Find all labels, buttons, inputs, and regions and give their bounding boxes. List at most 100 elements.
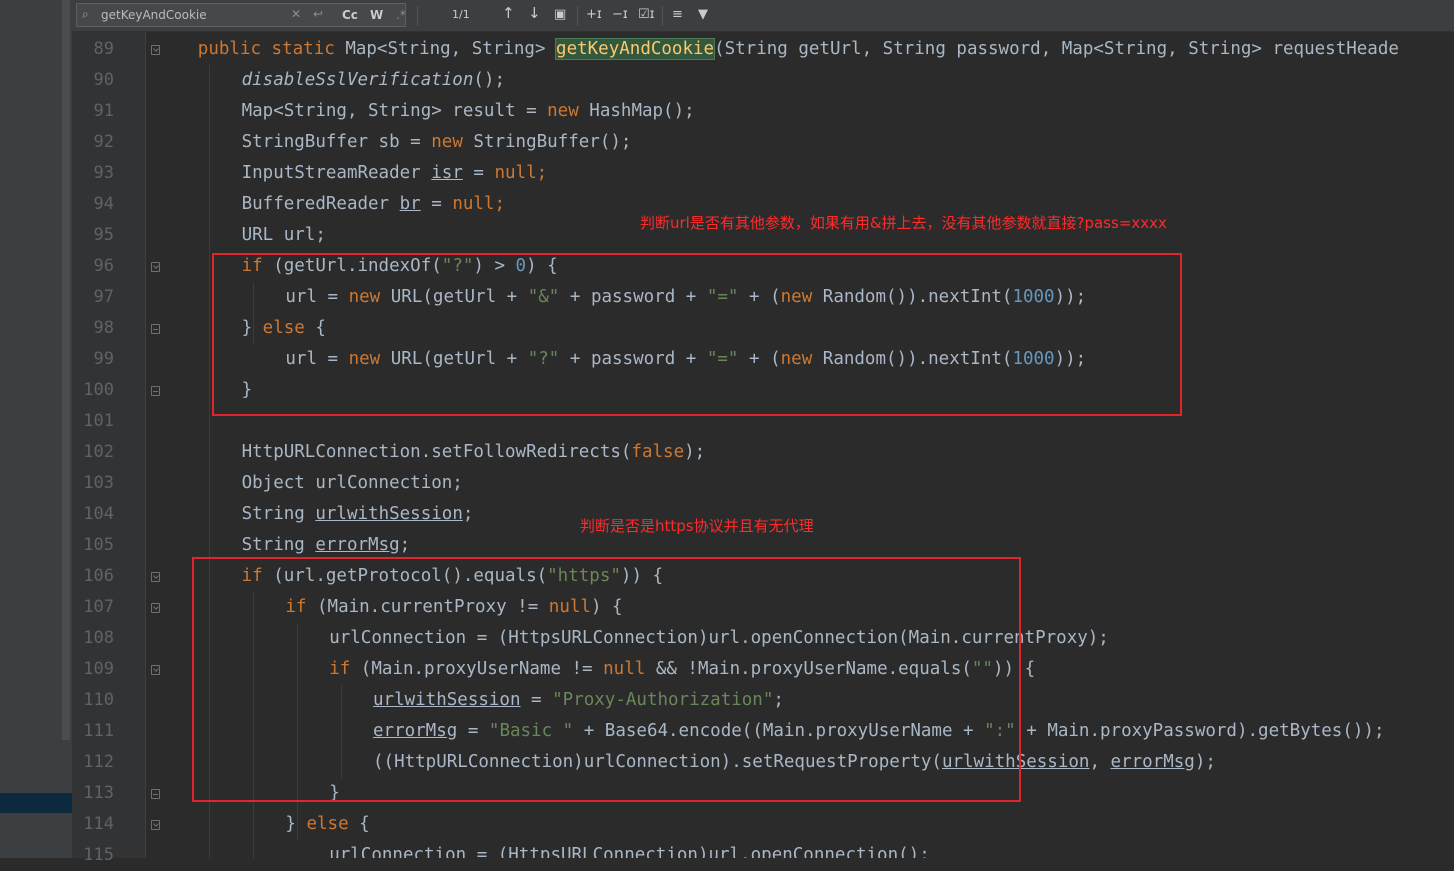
annotation-box-https-proxy (192, 557, 1021, 802)
line-number: 94 (93, 194, 114, 214)
separator (662, 6, 663, 26)
line-number: 90 (93, 70, 114, 90)
code-token: String (241, 535, 316, 555)
line-number: 111 (83, 721, 114, 741)
find-bar: ⌕ getKeyAndCookie ✕ ↩ Cc W .* 1/1 ↑ ↓ ▣ … (72, 0, 1454, 32)
code-token: = (462, 163, 495, 183)
line-number: 98 (93, 318, 114, 338)
code-token: StringBuffer(); (473, 132, 632, 152)
line-number: 91 (93, 101, 114, 121)
code-line[interactable]: HttpURLConnection.setFollowRedirects(fal… (242, 437, 706, 468)
line-number: 93 (93, 163, 114, 183)
whole-words-button[interactable]: W (370, 6, 383, 24)
code-line[interactable]: urlConnection = (HttpsURLConnection)url.… (329, 840, 930, 858)
select-all-occurrences-icon[interactable]: ▣ (554, 6, 566, 24)
filter-options-icon[interactable]: ≡ (672, 6, 683, 24)
code-token: , (1089, 752, 1111, 772)
match-case-button[interactable]: Cc (342, 6, 358, 24)
history-icon[interactable]: ↩ (313, 5, 323, 23)
code-token: BufferedReader (241, 194, 400, 214)
code-line[interactable]: BufferedReader br = null; (242, 189, 505, 220)
line-number: 101 (83, 411, 114, 431)
code-line[interactable]: URL url; (242, 220, 326, 251)
code-line[interactable]: InputStreamReader isr = null; (242, 158, 548, 189)
line-number: 95 (93, 225, 114, 245)
filter-icon[interactable]: ▼ (698, 6, 708, 24)
code-token: ); (684, 442, 706, 462)
line-number: 96 (93, 256, 114, 276)
add-occurrence-icon[interactable]: +ɪ (586, 6, 602, 24)
code-token: null; (494, 163, 548, 183)
code-token: (String getUrl, String password, Map<Str… (714, 39, 1399, 59)
code-line[interactable]: String urlwithSession; (242, 499, 474, 530)
code-token: InputStreamReader (241, 163, 432, 183)
line-number: 115 (83, 845, 114, 865)
code-token: + Main.proxyPassword).getBytes()); (1015, 721, 1385, 741)
code-token: errorMsg (315, 535, 400, 555)
code-line[interactable]: Map<String, String> result = new HashMap… (242, 96, 695, 127)
separator (417, 6, 418, 26)
annotation-https-proxy: 判断是否是https协议并且有无代理 (580, 517, 814, 535)
code-token: urlConnection = (HttpsURLConnection)url.… (329, 845, 930, 858)
code-token: ); (1194, 752, 1216, 772)
code-token: } (285, 814, 307, 834)
line-number: 108 (83, 628, 114, 648)
code-token: null; (452, 194, 506, 214)
line-number: 114 (83, 814, 114, 834)
line-number: 103 (83, 473, 114, 493)
line-number: 105 (83, 535, 114, 555)
code-token: urlwithSession (315, 504, 463, 524)
annotation-url-params: 判断url是否有其他参数，如果有用&拼上去，没有其他参数就直接?pass=xxx… (640, 214, 1167, 232)
project-panel-edge (0, 0, 72, 858)
code-token: errorMsg (1110, 752, 1195, 772)
code-token: String (241, 504, 316, 524)
select-occurrences-icon[interactable]: ☑ɪ (638, 6, 655, 24)
remove-occurrence-icon[interactable]: −ɪ (612, 6, 628, 24)
code-token: Map<String, String> (345, 39, 557, 59)
code-token: ; (462, 504, 474, 524)
code-token: new (547, 101, 590, 121)
code-line[interactable]: disableSslVerification(); (242, 65, 505, 96)
code-token: (); (473, 70, 505, 90)
selected-tree-item[interactable] (0, 793, 72, 813)
code-token: URL url; (241, 225, 326, 245)
line-number: 107 (83, 597, 114, 617)
code-token: disableSslVerification (241, 70, 474, 90)
code-token: public static (197, 39, 346, 59)
code-token: else (306, 814, 360, 834)
annotation-box-url-params (212, 253, 1182, 416)
search-match-highlight: getKeyAndCookie (555, 38, 716, 60)
line-number: 109 (83, 659, 114, 679)
separator (577, 6, 578, 26)
regex-button[interactable]: .* (396, 6, 406, 24)
line-number: 106 (83, 566, 114, 586)
line-number: 112 (83, 752, 114, 772)
code-token: StringBuffer sb = (241, 132, 432, 152)
line-number: 104 (83, 504, 114, 524)
next-occurrence-icon[interactable]: ↓ (528, 4, 541, 22)
code-token: ; (399, 535, 411, 555)
line-number: 92 (93, 132, 114, 152)
code-token: isr (431, 163, 463, 183)
code-token: HttpURLConnection.setFollowRedirects( (241, 442, 632, 462)
code-token: new (431, 132, 474, 152)
code-line[interactable]: public static Map<String, String> getKey… (198, 34, 1399, 65)
previous-occurrence-icon[interactable]: ↑ (502, 4, 515, 22)
line-number: 110 (83, 690, 114, 710)
line-number: 113 (83, 783, 114, 803)
code-line[interactable]: } else { (285, 809, 369, 840)
code-token: = (420, 194, 453, 214)
line-number: 89 (93, 39, 114, 59)
line-number: 102 (83, 442, 114, 462)
panel-scrollbar[interactable] (62, 0, 70, 740)
clear-search-icon[interactable]: ✕ (291, 5, 301, 23)
code-line[interactable]: Object urlConnection; (242, 468, 463, 499)
search-icon: ⌕ (82, 7, 89, 21)
code-token: Map<String, String> result = (241, 101, 548, 121)
code-line[interactable]: StringBuffer sb = new StringBuffer(); (242, 127, 632, 158)
code-token: br (399, 194, 421, 214)
code-token: false (631, 442, 685, 462)
line-number: 100 (83, 380, 114, 400)
code-token: HashMap(); (589, 101, 695, 121)
search-query: getKeyAndCookie (101, 8, 207, 22)
